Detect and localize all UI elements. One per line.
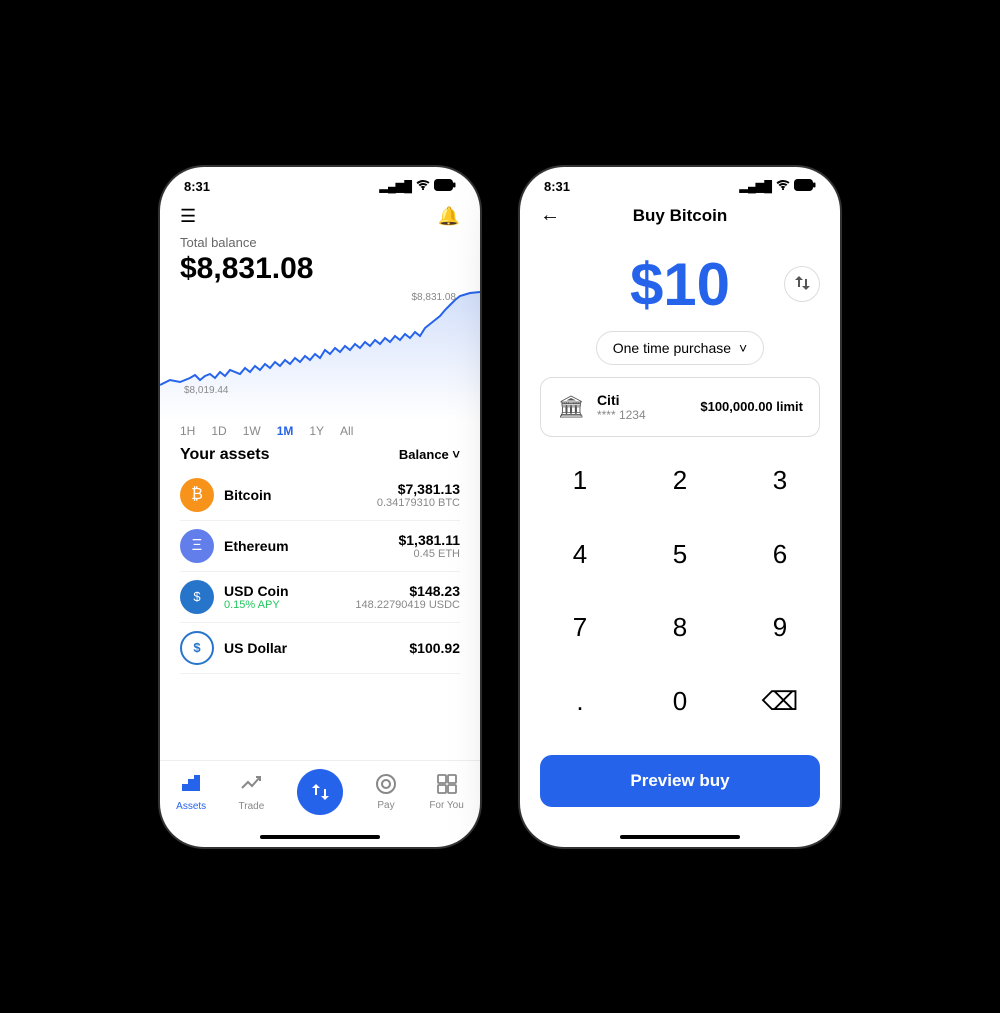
amount-value: $10 (630, 250, 730, 319)
time-filters: 1H 1D 1W 1M 1Y All (180, 424, 460, 438)
status-bar-1: 8:31 ▂▄▆█ (160, 167, 480, 198)
key-4[interactable]: 4 (530, 526, 630, 582)
payment-info: Citi **** 1234 (597, 392, 688, 422)
wifi-icon-2 (776, 179, 790, 193)
asset-row-usd[interactable]: $ US Dollar $100.92 (180, 623, 460, 674)
nav-foryou[interactable]: For You (429, 773, 463, 811)
convert-button[interactable] (784, 266, 820, 302)
payment-card[interactable]: 🏛 Citi **** 1234 $100,000.00 limit (540, 377, 820, 437)
back-button[interactable]: ← (540, 204, 560, 227)
purchase-type: One time purchase ˅ (540, 331, 820, 365)
menu-icon[interactable]: ☰ (180, 206, 196, 227)
chart-low-label: $8,019.44 (184, 385, 229, 396)
swap-center-btn[interactable] (297, 769, 343, 815)
usd-icon: $ (180, 631, 214, 665)
ethereum-icon: Ξ (180, 529, 214, 563)
payment-limit: $100,000.00 limit (700, 399, 803, 414)
bitcoin-icon: ₿ (180, 478, 214, 512)
phone1-main: ☰ 🔔 Total balance $8,831.08 $8,831.08 $8… (160, 198, 480, 760)
amount-display: $10 (520, 234, 840, 331)
status-icons-1: ▂▄▆█ (379, 179, 456, 194)
ethereum-name: Ethereum (224, 538, 398, 554)
asset-row-usdc[interactable]: $ USD Coin 0.15% APY $148.23 148.2279041… (180, 572, 460, 623)
usdc-name: USD Coin 0.15% APY (224, 583, 355, 611)
chart-high-label: $8,831.08 (412, 292, 457, 303)
trade-label: Trade (239, 801, 265, 812)
bank-icon: 🏛 (557, 394, 585, 420)
filter-all[interactable]: All (340, 424, 353, 438)
status-icons-2: ▂▄▆█ (739, 179, 816, 194)
key-dot[interactable]: . (530, 673, 630, 729)
key-0[interactable]: 0 (630, 673, 730, 729)
wifi-icon (416, 179, 430, 193)
key-7[interactable]: 7 (530, 600, 630, 656)
key-backspace[interactable]: ⌫ (730, 673, 830, 729)
signal-icon-2: ▂▄▆█ (739, 180, 772, 193)
balance-label: Total balance (180, 235, 460, 250)
key-6[interactable]: 6 (730, 526, 830, 582)
bell-icon[interactable]: 🔔 (438, 206, 460, 227)
assets-header: Your assets Balance ˅ (180, 446, 460, 464)
pay-label: Pay (377, 800, 394, 811)
numpad: 1 2 3 4 5 6 7 8 9 . 0 ⌫ (520, 453, 840, 747)
pay-icon (375, 773, 397, 798)
usdc-icon: $ (180, 580, 214, 614)
preview-buy-button[interactable]: Preview buy (540, 755, 820, 807)
assets-title: Your assets (180, 446, 270, 464)
buy-bitcoin-header: ← Buy Bitcoin (520, 198, 840, 234)
key-9[interactable]: 9 (730, 600, 830, 656)
status-bar-2: 8:31 ▂▄▆█ (520, 167, 840, 198)
nav-trade[interactable]: Trade (239, 772, 265, 812)
dropdown-chevron: ˅ (739, 340, 747, 356)
bank-name: Citi (597, 392, 688, 408)
price-chart (160, 290, 480, 420)
nav-assets[interactable]: Assets (176, 771, 206, 812)
battery-icon-2 (794, 179, 816, 194)
key-5[interactable]: 5 (630, 526, 730, 582)
trade-icon (240, 772, 262, 799)
home-indicator-2 (620, 835, 740, 839)
bitcoin-values: $7,381.13 0.34179310 BTC (377, 481, 460, 509)
nav-pay[interactable]: Pay (375, 773, 397, 811)
usd-name: US Dollar (224, 640, 409, 656)
key-2[interactable]: 2 (630, 453, 730, 509)
battery-icon (434, 179, 456, 194)
filter-1m[interactable]: 1M (277, 424, 294, 438)
home-indicator-1 (260, 835, 380, 839)
phone-2: 8:31 ▂▄▆█ ← Buy Bitcoin $10 One time pur… (520, 167, 840, 847)
foryou-icon (436, 773, 458, 798)
filter-1h[interactable]: 1H (180, 424, 195, 438)
foryou-label: For You (429, 800, 463, 811)
assets-label: Assets (176, 801, 206, 812)
purchase-type-label: One time purchase (613, 340, 731, 356)
asset-row-ethereum[interactable]: Ξ Ethereum $1,381.11 0.45 ETH (180, 521, 460, 572)
key-3[interactable]: 3 (730, 453, 830, 509)
phone2-main: $10 One time purchase ˅ 🏛 Citi **** 1234… (520, 234, 840, 835)
usdc-values: $148.23 148.22790419 USDC (355, 583, 460, 611)
ethereum-values: $1,381.11 0.45 ETH (398, 532, 460, 560)
assets-icon (180, 771, 202, 799)
time-1: 8:31 (184, 179, 210, 194)
balance-value: $8,831.08 (180, 252, 460, 286)
chart-area: $8,831.08 $8,019.44 (160, 290, 480, 420)
balance-filter[interactable]: Balance ˅ (399, 447, 460, 462)
bottom-nav: Assets Trade Pay For You (160, 760, 480, 835)
time-2: 8:31 (544, 179, 570, 194)
nav-swap[interactable] (297, 769, 343, 815)
filter-1y[interactable]: 1Y (309, 424, 324, 438)
filter-1w[interactable]: 1W (243, 424, 261, 438)
page-title: Buy Bitcoin (633, 206, 727, 226)
purchase-type-dropdown[interactable]: One time purchase ˅ (596, 331, 764, 365)
key-1[interactable]: 1 (530, 453, 630, 509)
phone1-header: ☰ 🔔 (180, 198, 460, 231)
asset-row-bitcoin[interactable]: ₿ Bitcoin $7,381.13 0.34179310 BTC (180, 470, 460, 521)
filter-1d[interactable]: 1D (211, 424, 226, 438)
bank-number: **** 1234 (597, 408, 688, 422)
bitcoin-name: Bitcoin (224, 487, 377, 503)
phone-1: 8:31 ▂▄▆█ ☰ 🔔 Total balance $8,831.08 $8… (160, 167, 480, 847)
usd-values: $100.92 (409, 640, 460, 656)
signal-icon: ▂▄▆█ (379, 180, 412, 193)
key-8[interactable]: 8 (630, 600, 730, 656)
